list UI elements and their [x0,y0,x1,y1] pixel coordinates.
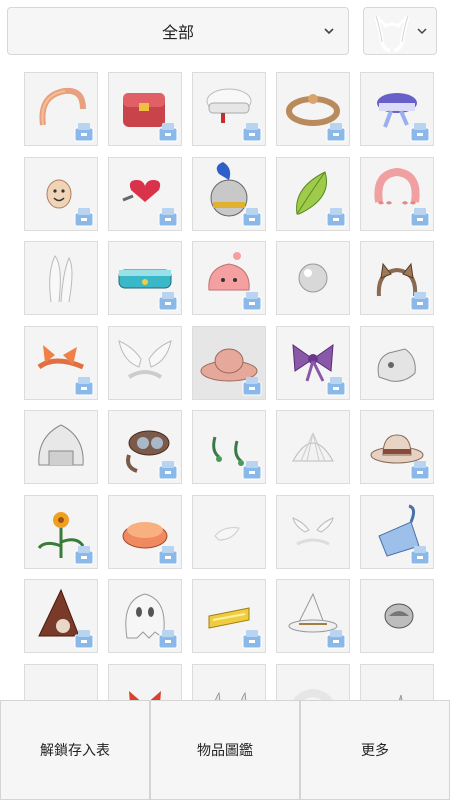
item-grid [24,72,436,700]
item-slot[interactable] [276,663,350,700]
red-bow-icon [129,690,161,700]
silver-helm-icon [38,424,84,466]
white-shell-icon [292,432,334,462]
storage-badge-icon [242,461,262,480]
white-drop-icon [214,526,240,541]
item-slot[interactable] [24,494,98,569]
item-slot[interactable] [276,494,350,569]
storage-badge-icon [410,461,430,480]
bottom-action-bar: 解鎖存入表 物品圖鑑 更多 [0,700,450,800]
category-dropdown-label: 全部 [161,23,194,42]
item-slot[interactable] [276,579,350,653]
storage-badge-icon [158,207,178,226]
item-slot[interactable] [24,579,98,653]
white-wreath-icon [292,688,334,700]
storage-badge-icon [74,123,94,142]
item-slot[interactable] [276,241,350,315]
item-slot[interactable] [108,579,182,653]
storage-badge-icon [242,630,262,649]
storage-badge-icon [242,376,262,395]
item-slot[interactable] [360,663,434,700]
item-slot[interactable] [360,241,434,315]
item-slot[interactable] [360,494,434,569]
cat-ears-headgear-icon [374,14,410,52]
item-encyclopedia-button[interactable]: 物品圖鑑 [150,700,300,800]
item-slot[interactable] [276,410,350,484]
item-slot[interactable] [192,410,266,484]
item-slot[interactable] [108,241,182,315]
wing-headband-icon [292,516,334,545]
item-slot[interactable] [108,156,182,231]
item-slot[interactable] [192,494,266,569]
storage-badge-icon [74,376,94,395]
type-filter-dropdown[interactable] [363,7,437,55]
category-dropdown[interactable]: 全部 [7,7,349,55]
item-slot[interactable] [24,72,98,146]
storage-badge-icon [158,545,178,564]
item-slot[interactable] [360,410,434,484]
storage-badge-icon [158,292,178,311]
storage-badge-icon [242,207,262,226]
item-slot[interactable] [108,72,182,146]
more-button[interactable]: 更多 [300,700,450,800]
item-slot[interactable] [24,410,98,484]
storage-badge-icon [242,123,262,142]
item-slot[interactable] [108,494,182,569]
item-slot[interactable] [192,156,266,231]
item-slot[interactable] [24,241,98,315]
item-slot[interactable] [24,325,98,400]
item-slot[interactable] [192,663,266,700]
storage-badge-icon [410,545,430,564]
storage-badge-icon [74,545,94,564]
storage-badge-icon [410,123,430,142]
unlock-storage-button[interactable]: 解鎖存入表 [0,700,150,800]
item-slot[interactable] [108,325,182,400]
chevron-down-icon [417,28,427,35]
storage-badge-icon [158,630,178,649]
storage-badge-icon [326,630,346,649]
storage-badge-icon [74,630,94,649]
silver-ornament-icon [384,603,414,629]
item-slot[interactable] [192,72,266,146]
item-slot[interactable] [360,156,434,231]
storage-badge-icon [410,292,430,311]
item-slot[interactable] [276,72,350,146]
storage-badge-icon [326,376,346,395]
item-slot[interactable] [108,663,182,700]
storage-badge-icon [158,461,178,480]
storage-badge-icon [242,292,262,311]
item-slot[interactable] [360,72,434,146]
grey-orb-icon [298,263,328,293]
chevron-down-icon [324,28,334,35]
storage-badge-icon [326,123,346,142]
item-slot[interactable] [192,325,266,400]
white-shell-hat-icon [25,665,99,701]
grey-horn-icon [398,694,403,700]
item-slot[interactable] [360,325,434,400]
horn-pair-icon [214,691,247,700]
item-slot[interactable] [108,410,182,484]
item-slot[interactable] [360,579,434,653]
item-slot[interactable] [276,325,350,400]
top-bar: 全部 [0,0,450,64]
item-slot[interactable] [24,156,98,231]
white-bunny-ears-icon [49,255,73,303]
storage-badge-icon [74,207,94,226]
item-slot[interactable] [192,241,266,315]
storage-badge-icon [326,207,346,226]
storage-badge-icon [410,207,430,226]
white-wings-headband-icon [118,339,172,379]
item-slot[interactable] [276,156,350,231]
item-slot[interactable] [24,663,99,701]
storage-badge-icon [158,123,178,142]
item-slot[interactable] [192,579,266,653]
silver-mask-icon [377,347,416,382]
